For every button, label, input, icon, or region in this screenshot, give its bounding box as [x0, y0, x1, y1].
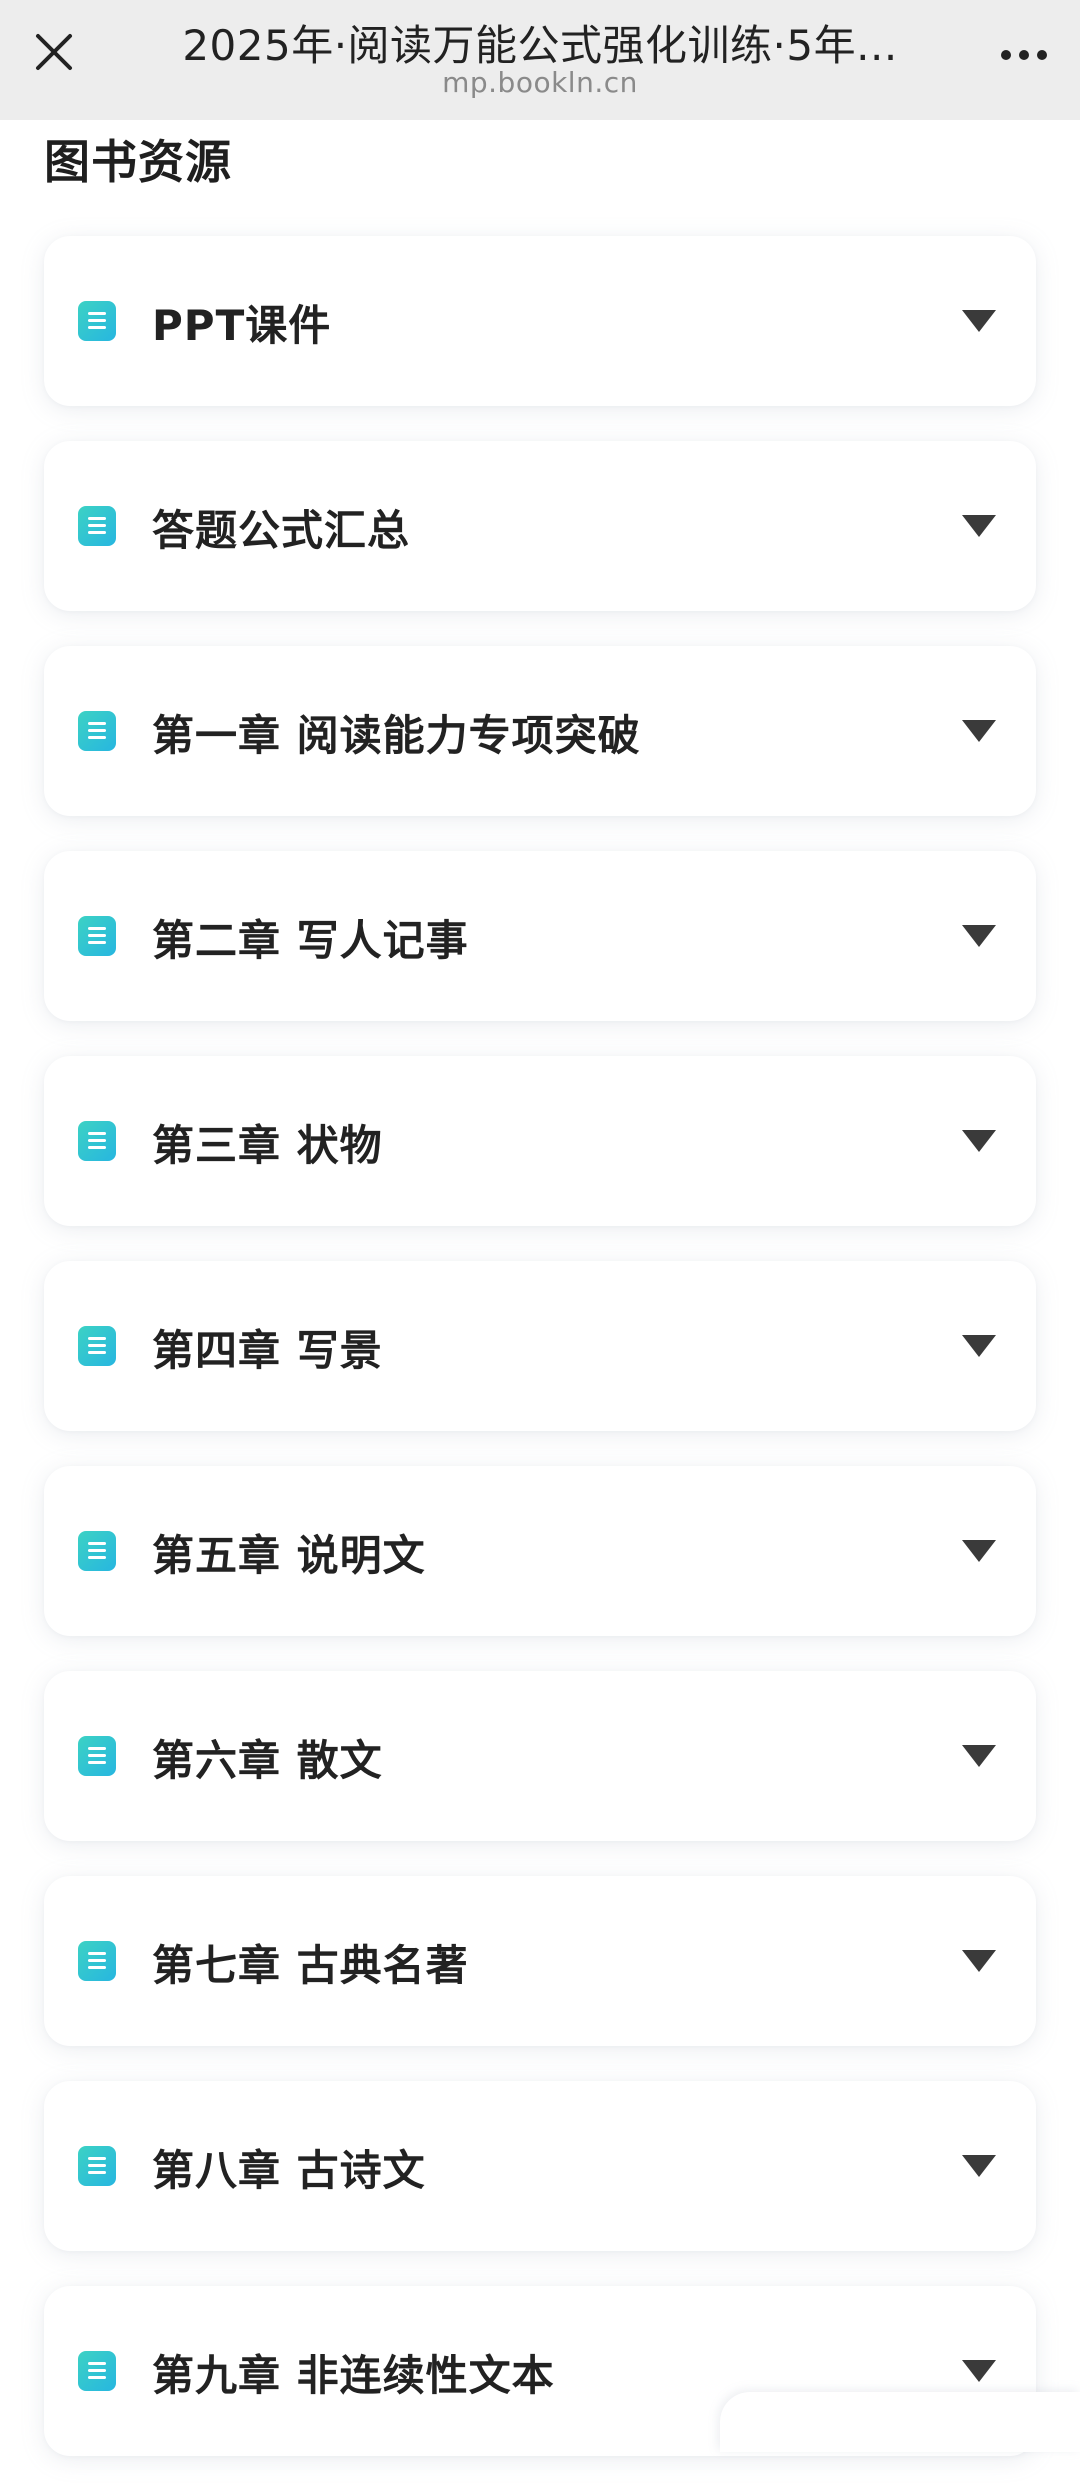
resource-item-chapter-2[interactable]: 第二章 写人记事 — [44, 851, 1036, 1021]
resource-item-label: 答题公式汇总 — [152, 506, 411, 555]
resource-item-formulas[interactable]: 答题公式汇总 — [44, 441, 1036, 611]
close-button[interactable] — [30, 28, 78, 76]
resource-item-label: 第六章 散文 — [152, 1736, 383, 1785]
resource-item-chapter-1[interactable]: 第一章 阅读能力专项突破 — [44, 646, 1036, 816]
resource-item-label: 第四章 写景 — [152, 1326, 383, 1375]
section-title-text: 图书资源 — [44, 135, 232, 189]
caret-down-icon[interactable] — [962, 310, 996, 332]
caret-down-icon[interactable] — [962, 720, 996, 742]
document-icon — [78, 916, 116, 956]
document-icon — [78, 2146, 116, 2186]
caret-down-icon[interactable] — [962, 1130, 996, 1152]
page-title: 2025年·阅读万能公式强化训练·5年... — [182, 21, 898, 70]
resource-item-chapter-5[interactable]: 第五章 说明文 — [44, 1466, 1036, 1636]
resource-item-label: 第五章 说明文 — [152, 1531, 426, 1580]
caret-down-icon[interactable] — [962, 1335, 996, 1357]
resource-item-chapter-6[interactable]: 第六章 散文 — [44, 1671, 1036, 1841]
document-icon — [78, 301, 116, 341]
caret-down-icon[interactable] — [962, 2360, 996, 2382]
caret-down-icon[interactable] — [962, 1950, 996, 1972]
page-url: mp.bookln.cn — [442, 66, 638, 99]
caret-down-icon[interactable] — [962, 925, 996, 947]
close-icon — [36, 34, 72, 70]
caret-down-icon[interactable] — [962, 515, 996, 537]
resource-item-label: 第八章 古诗文 — [152, 2146, 426, 2195]
document-icon — [78, 506, 116, 546]
more-button[interactable] — [996, 38, 1052, 72]
resource-item-chapter-3[interactable]: 第三章 状物 — [44, 1056, 1036, 1226]
document-icon — [78, 1941, 116, 1981]
top-bar: 2025年·阅读万能公式强化训练·5年... mp.bookln.cn — [0, 0, 1080, 120]
resource-item-chapter-7[interactable]: 第七章 古典名著 — [44, 1876, 1036, 2046]
resource-item-label: 第九章 非连续性文本 — [152, 2351, 555, 2400]
resource-item-chapter-4[interactable]: 第四章 写景 — [44, 1261, 1036, 1431]
section-title: 图书资源 — [44, 126, 232, 192]
resource-item-chapter-8[interactable]: 第八章 古诗文 — [44, 2081, 1036, 2251]
document-icon — [78, 1531, 116, 1571]
more-icon — [1001, 50, 1047, 60]
caret-down-icon[interactable] — [962, 1540, 996, 1562]
resource-item-label: 第三章 状物 — [152, 1121, 383, 1170]
document-icon — [78, 1736, 116, 1776]
resource-item-ppt[interactable]: PPT课件 — [44, 236, 1036, 406]
document-icon — [78, 1326, 116, 1366]
resource-item-label: 第七章 古典名著 — [152, 1941, 469, 1990]
document-icon — [78, 1121, 116, 1161]
resource-item-label: 第一章 阅读能力专项突破 — [152, 711, 641, 760]
caret-down-icon[interactable] — [962, 2155, 996, 2177]
resource-item-label: 第二章 写人记事 — [152, 916, 469, 965]
floating-panel — [720, 2392, 1080, 2452]
caret-down-icon[interactable] — [962, 1745, 996, 1767]
resource-list: PPT课件 答题公式汇总 第一章 阅读能力专项突破 第二章 写人记事 第三章 状… — [44, 236, 1036, 2491]
document-icon — [78, 2351, 116, 2391]
document-icon — [78, 711, 116, 751]
resource-item-label: PPT课件 — [152, 301, 332, 350]
